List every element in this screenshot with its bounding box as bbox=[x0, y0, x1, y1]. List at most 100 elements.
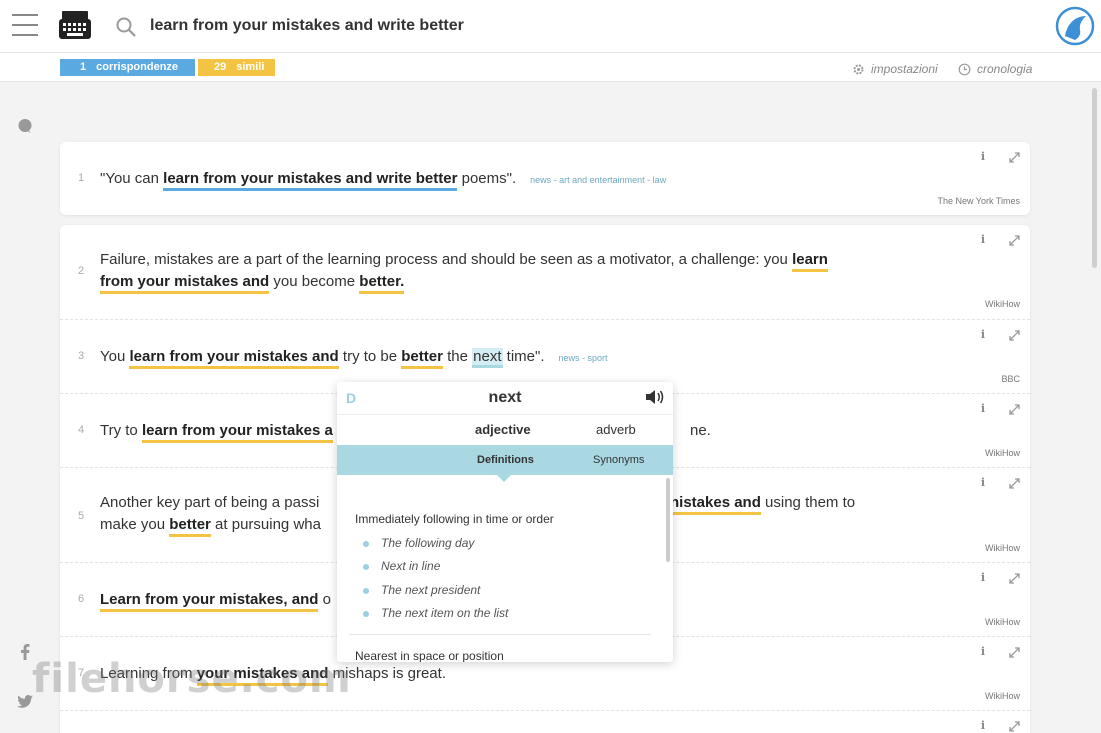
similar-match-text: nistakes and bbox=[670, 494, 761, 515]
info-icon[interactable]: i bbox=[981, 645, 985, 658]
tab-adverb[interactable]: adverb bbox=[596, 422, 636, 437]
sentence-text: try to be bbox=[338, 348, 402, 365]
sentence-text: o bbox=[318, 591, 331, 608]
example-item: The next president bbox=[362, 583, 481, 597]
result-sentence: "You can learn from your mistakes and wr… bbox=[100, 168, 666, 191]
matches-badge[interactable]: 1 corrispondenze bbox=[60, 59, 195, 76]
matches-label: corrispondenze bbox=[96, 61, 179, 73]
sentence-text: using them to bbox=[760, 494, 856, 511]
info-icon[interactable]: i bbox=[981, 571, 985, 584]
sub-bar: 1 corrispondenze 29 simili impostazioni cr… bbox=[0, 53, 1101, 82]
matches-count: 1 bbox=[80, 61, 87, 73]
history-button[interactable]: cronologia bbox=[958, 62, 1032, 76]
similar-match-text: better bbox=[169, 516, 211, 537]
scrollbar-thumb[interactable] bbox=[1092, 88, 1097, 268]
sentence-text: the bbox=[442, 348, 473, 365]
twitter-icon[interactable] bbox=[17, 695, 33, 708]
sentence-text: Another key part of being a passi bbox=[100, 494, 320, 511]
topic-tags[interactable]: news - art and entertainment - law bbox=[530, 175, 666, 185]
similar-match-text: learn bbox=[792, 251, 828, 272]
chat-bubble-icon[interactable] bbox=[17, 118, 33, 134]
sentence-text: at pursuing wha bbox=[210, 516, 321, 533]
info-icon[interactable]: i bbox=[981, 328, 985, 341]
result-number: 1 bbox=[78, 172, 85, 184]
result-number: 2 bbox=[78, 265, 85, 277]
sentence-text: Failure, mistakes are a part of the lear… bbox=[100, 251, 793, 268]
popup-word: next bbox=[488, 389, 522, 406]
speaker-icon[interactable] bbox=[645, 389, 665, 405]
source-label: WikiHow bbox=[985, 543, 1020, 553]
similar-match-text: Learn from your mistakes, and bbox=[100, 591, 319, 612]
horse-logo-icon[interactable] bbox=[1055, 6, 1095, 46]
info-icon[interactable]: i bbox=[981, 719, 985, 732]
similar-match-text: learn from your mistakes and bbox=[129, 348, 339, 369]
result-card-primary: 1 "You can learn from your mistakes and … bbox=[60, 142, 1030, 215]
expand-icon[interactable] bbox=[1009, 152, 1020, 163]
sentence-text: ne. bbox=[690, 422, 711, 439]
info-icon[interactable]: i bbox=[981, 233, 985, 246]
result-sentence: Learn from your mistakes, and o bbox=[100, 589, 331, 612]
dictionary-popup: D next adjective adverb Definitions Syno… bbox=[337, 382, 673, 662]
info-icon[interactable]: i bbox=[981, 150, 985, 163]
sentence-text: You bbox=[100, 348, 130, 365]
source-label: WikiHow bbox=[985, 617, 1020, 627]
popup-tabs: Definitions Synonyms bbox=[337, 445, 673, 475]
exact-match-text: learn from your mistakes and write bette… bbox=[163, 170, 458, 191]
search-icon[interactable] bbox=[115, 16, 137, 38]
result-row[interactable]: 2 Failure, mistakes are a part of the le… bbox=[60, 225, 1030, 320]
watermark: filehorse.com bbox=[32, 656, 352, 702]
example-item: Next in line bbox=[362, 559, 441, 573]
tab-synonyms[interactable]: Synonyms bbox=[593, 454, 644, 466]
facebook-icon[interactable] bbox=[20, 644, 30, 660]
result-number: 4 bbox=[78, 424, 85, 436]
result-number: 6 bbox=[78, 593, 85, 605]
expand-icon[interactable] bbox=[1009, 478, 1020, 489]
selected-word[interactable]: next bbox=[472, 348, 503, 368]
history-label: cronologia bbox=[977, 62, 1033, 76]
source-label: WikiHow bbox=[985, 299, 1020, 309]
settings-button[interactable]: impostazioni bbox=[852, 62, 938, 76]
expand-icon[interactable] bbox=[1009, 647, 1020, 658]
source-label: The New York Times bbox=[937, 196, 1020, 206]
sentence-text: poems". bbox=[457, 170, 517, 187]
search-query[interactable]: learn from your mistakes and write bette… bbox=[150, 17, 464, 35]
expand-icon[interactable] bbox=[1009, 721, 1020, 732]
clock-icon bbox=[958, 63, 971, 75]
info-icon[interactable]: i bbox=[981, 402, 985, 415]
top-bar: learn from your mistakes and write bette… bbox=[0, 0, 1101, 53]
sentence-text: "You can bbox=[100, 170, 164, 187]
similar-count: 29 bbox=[214, 61, 227, 73]
gear-icon bbox=[853, 64, 864, 74]
source-label: BBC bbox=[1001, 374, 1020, 384]
popup-scrollbar[interactable] bbox=[666, 478, 670, 562]
result-number: 3 bbox=[78, 350, 85, 362]
example-item: The following day bbox=[362, 536, 475, 550]
result-row[interactable]: i bbox=[60, 711, 1030, 733]
result-sentence: You learn from your mistakes and try to … bbox=[100, 346, 608, 369]
sentence-text: you become bbox=[269, 273, 360, 290]
similar-label: simili bbox=[236, 61, 265, 73]
tab-indicator bbox=[497, 475, 511, 482]
similar-badge[interactable]: 29 simili bbox=[198, 59, 275, 76]
expand-icon[interactable] bbox=[1009, 330, 1020, 341]
expand-icon[interactable] bbox=[1009, 235, 1020, 246]
definition-text: Nearest in space or position bbox=[355, 649, 504, 662]
definition-text: Immediately following in time or order bbox=[355, 512, 554, 526]
result-sentence: Failure, mistakes are a part of the lear… bbox=[100, 249, 900, 294]
result-row[interactable]: 1 "You can learn from your mistakes and … bbox=[60, 142, 1030, 215]
info-icon[interactable]: i bbox=[981, 476, 985, 489]
similar-match-text: from your mistakes and bbox=[100, 273, 270, 294]
sentence-text: Try to bbox=[100, 422, 142, 439]
expand-icon[interactable] bbox=[1009, 404, 1020, 415]
tab-definitions[interactable]: Definitions bbox=[477, 454, 534, 466]
settings-label: impostazioni bbox=[871, 62, 938, 76]
similar-match-text: better. bbox=[359, 273, 405, 294]
source-label: WikiHow bbox=[985, 448, 1020, 458]
similar-match-text: learn from your mistakes a bbox=[141, 422, 333, 443]
menu-icon[interactable] bbox=[12, 14, 38, 38]
expand-icon[interactable] bbox=[1009, 573, 1020, 584]
topic-tags[interactable]: news - sport bbox=[559, 353, 608, 363]
popup-divider bbox=[337, 414, 673, 415]
tab-adjective[interactable]: adjective bbox=[475, 422, 531, 437]
typewriter-logo-icon[interactable] bbox=[58, 8, 92, 42]
